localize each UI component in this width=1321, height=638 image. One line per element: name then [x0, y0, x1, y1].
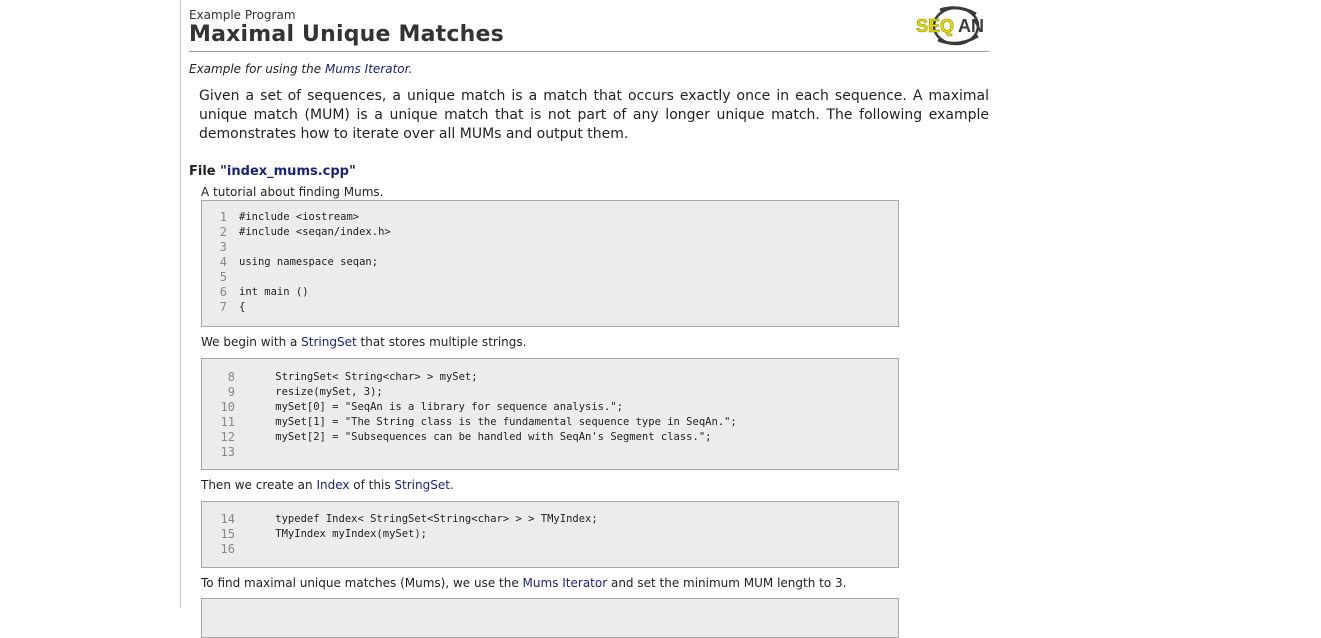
section-text-part: .: [449, 478, 454, 492]
file-heading-suffix: ": [348, 164, 356, 179]
code-text: TMyIndex myIndex(mySet);: [250, 528, 428, 540]
section-4-text: To find maximal unique matches (Mums), w…: [201, 576, 846, 590]
seqan-logo-icon[interactable]: SEQ AN: [914, 2, 990, 46]
content-left-border: [180, 0, 181, 608]
section-2-text: We begin with a StringSet that stores mu…: [201, 335, 526, 349]
title-divider: [189, 51, 989, 52]
code-line: 12 mySet[2] = "Subsequences can be handl…: [202, 430, 898, 445]
page-title: Maximal Unique Matches: [189, 22, 504, 47]
page-summary: Example for using the Mums Iterator.: [189, 62, 412, 76]
code-line: 14 typedef Index< StringSet<String<char>…: [202, 512, 898, 527]
section-text-part: We begin with a: [201, 335, 302, 349]
line-number: 1: [219, 210, 227, 224]
section-text-part: To find maximal unique matches (Mums), w…: [201, 576, 523, 590]
code-text: #include <iostream>: [239, 211, 360, 223]
code-line: 5: [202, 270, 898, 285]
code-text: mySet[1] = "The String class is the fund…: [250, 416, 737, 428]
line-number: 6: [219, 285, 227, 299]
code-line: 15 TMyIndex myIndex(mySet);: [202, 527, 898, 542]
code-line: 13: [202, 445, 898, 460]
line-number: 12: [220, 430, 235, 444]
svg-text:AN: AN: [958, 16, 984, 36]
code-text: {: [239, 301, 246, 313]
code-text: mySet[0] = "SeqAn is a library for seque…: [250, 401, 623, 413]
code-line: 11 mySet[1] = "The String class is the f…: [202, 415, 898, 430]
line-number: 14: [220, 512, 235, 526]
line-number: 2: [219, 225, 227, 239]
section-text-part: Then we create an: [201, 478, 317, 492]
mums-iterator-link[interactable]: Mums Iterator: [325, 62, 409, 76]
code-line: 2 #include <seqan/index.h>: [202, 225, 898, 240]
code-line: 4 using namespace seqan;: [202, 255, 898, 270]
line-number: 8: [227, 370, 235, 384]
section-text-part: that stores multiple strings.: [356, 335, 527, 349]
file-heading: File "index_mums.cpp": [189, 164, 356, 179]
code-block-1[interactable]: 1 #include <iostream> 2 #include <seqan/ind…: [201, 200, 899, 327]
code-line: 6 int main (): [202, 285, 898, 300]
page-kicker: Example Program: [189, 8, 296, 22]
code-line: 10 mySet[0] = "SeqAn is a library for se…: [202, 400, 898, 415]
summary-prefix: Example for using the: [189, 62, 325, 76]
section-text-part: of this: [349, 478, 395, 492]
line-number: 16: [220, 542, 235, 556]
line-number: 11: [220, 415, 235, 429]
code-line: 9 resize(mySet, 3);: [202, 385, 898, 400]
code-line: 7{: [202, 300, 898, 315]
code-text: mySet[2] = "Subsequences can be handled …: [250, 431, 712, 443]
line-number: 15: [220, 527, 235, 541]
code-text: StringSet< String<char> > mySet;: [250, 371, 478, 383]
stringset-link[interactable]: StringSet: [394, 478, 450, 492]
section-text-part: and set the minimum MUM length to 3.: [607, 576, 847, 590]
line-number: 4: [219, 255, 227, 269]
code-block-3[interactable]: 14 typedef Index< StringSet<String<char>…: [201, 501, 899, 568]
summary-suffix: .: [408, 62, 413, 76]
mums-iterator-link[interactable]: Mums Iterator: [523, 576, 608, 590]
section-3-text: Then we create an Index of this StringSe…: [201, 478, 454, 492]
code-text: int main (): [239, 286, 309, 298]
intro-paragraph: Given a set of sequences, a unique match…: [199, 88, 989, 142]
line-number: 13: [220, 445, 235, 459]
code-block-4[interactable]: [201, 598, 899, 638]
line-number: 7: [219, 300, 227, 314]
code-text: using namespace seqan;: [239, 256, 379, 268]
code-line: 3: [202, 240, 898, 255]
svg-text:SEQ: SEQ: [916, 16, 954, 36]
file-name-link[interactable]: index_mums.cpp: [227, 164, 349, 179]
code-block-2[interactable]: 8 StringSet< String<char> > mySet; 9 resi…: [201, 358, 899, 470]
section-1-text: A tutorial about finding Mums.: [201, 185, 383, 199]
index-link[interactable]: Index: [316, 478, 349, 492]
code-text: #include <seqan/index.h>: [239, 226, 391, 238]
code-text: typedef Index< StringSet<String<char> > …: [250, 513, 598, 525]
stringset-link[interactable]: StringSet: [301, 335, 357, 349]
line-number: 3: [219, 240, 227, 254]
code-text: resize(mySet, 3);: [250, 386, 383, 398]
line-number: 5: [219, 270, 227, 284]
section-text-part: A tutorial about finding Mums.: [201, 185, 384, 199]
code-line: 8 StringSet< String<char> > mySet;: [202, 370, 898, 385]
file-heading-prefix: File ": [189, 164, 227, 179]
code-line: 16: [202, 542, 898, 557]
code-line: 1 #include <iostream>: [202, 210, 898, 225]
line-number: 9: [227, 385, 235, 399]
line-number: 10: [220, 400, 235, 414]
